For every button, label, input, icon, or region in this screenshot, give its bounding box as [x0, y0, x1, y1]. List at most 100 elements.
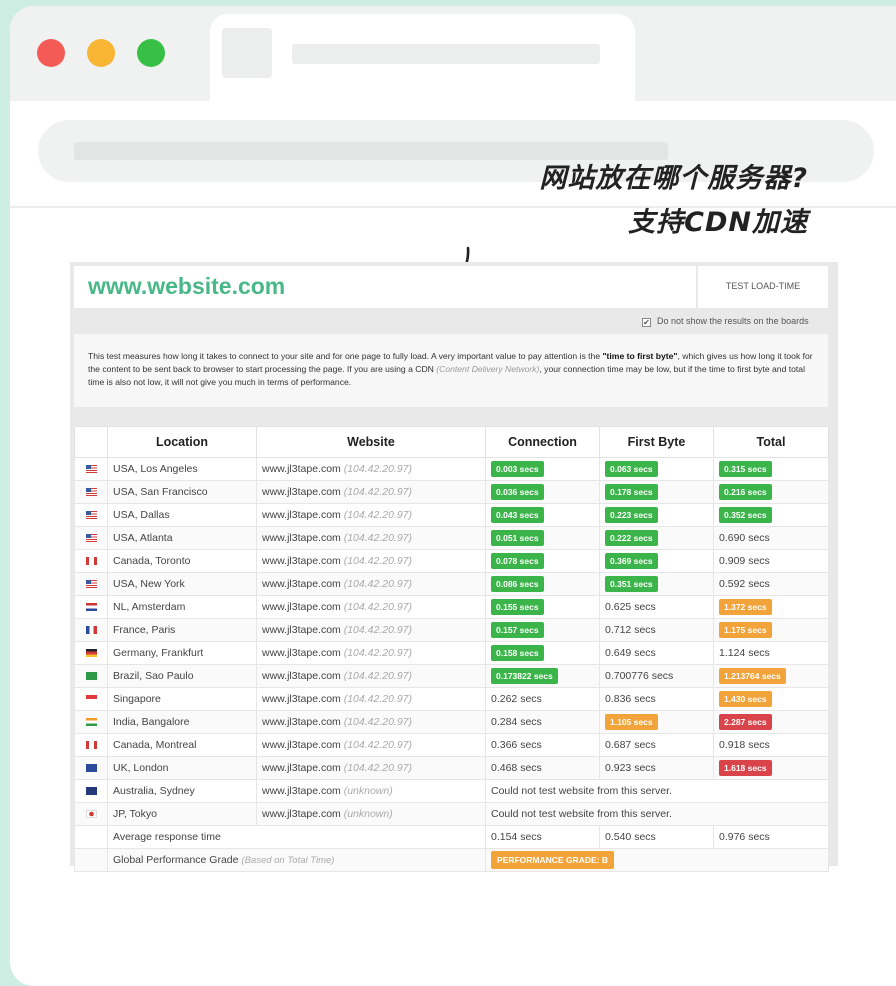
website-cell: www.jl3tape.com (unknown) [256, 802, 486, 826]
country-flag-icon [85, 603, 97, 612]
flag-cell [74, 779, 108, 803]
flag-cell [74, 848, 108, 872]
website-cell: www.jl3tape.com (104.42.20.97) [256, 572, 486, 596]
total-cell-badge: 1.175 secs [719, 622, 772, 638]
error-message: Could not test website from this server. [491, 808, 672, 820]
first-byte-cell: 0.178 secs [599, 480, 714, 504]
country-flag-icon [85, 810, 97, 819]
checkbox-check-icon[interactable]: ✔ [642, 318, 651, 327]
grade-badge-cell: PERFORMANCE GRADE: B [485, 848, 829, 872]
connection-cell: 0.086 secs [485, 572, 600, 596]
location-cell-text: France, Paris [113, 624, 176, 636]
total-cell-badge: 0.315 secs [719, 461, 772, 477]
website-domain: www.jl3tape.com [262, 808, 341, 820]
hide-results-label: Do not show the results on the boards [657, 316, 809, 326]
location-cell-text: Brazil, Sao Paulo [113, 670, 194, 682]
total-cell: 0.592 secs [713, 572, 829, 596]
country-flag-icon [85, 557, 97, 566]
country-flag-icon [85, 626, 97, 635]
location-cell: USA, Dallas [107, 503, 257, 527]
average-first-byte-cell: 0.540 secs [599, 825, 714, 849]
connection-cell-text: 0.468 secs [491, 762, 542, 774]
location-cell: India, Bangalore [107, 710, 257, 734]
hide-results-option[interactable]: ✔ Do not show the results on the boards [642, 316, 809, 327]
total-cell-badge: 0.352 secs [719, 507, 772, 523]
table-row: Canada, Montreal www.jl3tape.com (104.42.… [74, 733, 829, 757]
first-byte-cell: 0.836 secs [599, 687, 714, 711]
location-cell-text: JP, Tokyo [113, 808, 157, 820]
first-byte-cell: 0.063 secs [599, 457, 714, 481]
column-header-first-byte: First Byte [599, 426, 714, 458]
location-cell-text: USA, Dallas [113, 509, 170, 521]
website-cell: www.jl3tape.com (104.42.20.97) [256, 503, 486, 527]
close-window-icon[interactable] [37, 39, 65, 67]
website-ip: (104.42.20.97) [343, 716, 413, 728]
website-ip: (104.42.20.97) [343, 486, 413, 498]
maximize-window-icon[interactable] [137, 39, 165, 67]
first-byte-cell-text: 0.649 secs [605, 647, 656, 659]
first-byte-cell: 0.687 secs [599, 733, 714, 757]
connection-cell: 0.036 secs [485, 480, 600, 504]
location-cell-text: India, Bangalore [113, 716, 190, 728]
grade-note: (Based on Total Time) [241, 855, 335, 866]
browser-title-bar [10, 6, 896, 101]
website-url-field[interactable]: www.website.com [74, 266, 696, 308]
annotation-note: 网站放在哪个服务器? 支持CDN加速 [436, 154, 808, 246]
total-cell-text: 0.909 secs [719, 555, 770, 567]
location-cell-text: Canada, Toronto [113, 555, 191, 567]
first-byte-cell-badge: 0.351 secs [605, 576, 658, 592]
table-header-row: Location Website Connection First Byte T… [74, 426, 829, 458]
country-flag-icon [85, 534, 97, 543]
results-table: Location Website Connection First Byte T… [74, 426, 829, 872]
average-total-cell-text: 0.976 secs [719, 831, 770, 843]
table-row: Canada, Toronto www.jl3tape.com (104.42.2… [74, 549, 829, 573]
location-cell: JP, Tokyo [107, 802, 257, 826]
website-domain: www.jl3tape.com [262, 532, 341, 544]
test-load-time-button[interactable]: TEST LOAD-TIME [698, 266, 828, 308]
connection-cell: 0.468 secs [485, 756, 600, 780]
website-domain: www.jl3tape.com [262, 670, 341, 682]
website-domain: www.jl3tape.com [262, 762, 341, 774]
website-domain: www.jl3tape.com [262, 647, 341, 659]
website-ip: (104.42.20.97) [343, 601, 413, 613]
grade-label-cell: Global Performance Grade (Based on Total… [107, 848, 486, 872]
flag-cell [74, 825, 108, 849]
total-cell: 1.175 secs [713, 618, 829, 642]
location-cell-text: Singapore [113, 693, 161, 705]
connection-cell: 0.043 secs [485, 503, 600, 527]
flag-cell [74, 756, 108, 780]
flag-cell [74, 664, 108, 688]
country-flag-icon [85, 741, 97, 750]
flag-cell [74, 480, 108, 504]
connection-cell: 0.262 secs [485, 687, 600, 711]
website-domain: www.jl3tape.com [262, 601, 341, 613]
website-ip: (104.42.20.97) [343, 555, 413, 567]
connection-cell-badge: 0.003 secs [491, 461, 544, 477]
first-byte-cell-text: 0.625 secs [605, 601, 656, 613]
average-row: Average response time 0.154 secs 0.540 sec… [74, 825, 829, 849]
error-cell: Could not test website from this server. [485, 802, 829, 826]
website-ip: (104.42.20.97) [343, 509, 413, 521]
minimize-window-icon[interactable] [87, 39, 115, 67]
info-text-1: This test measures how long it takes to … [88, 351, 603, 361]
country-flag-icon [85, 695, 97, 704]
column-header-website: Website [256, 426, 486, 458]
connection-cell-badge: 0.036 secs [491, 484, 544, 500]
first-byte-cell-text: 0.712 secs [605, 624, 656, 636]
connection-cell-badge: 0.051 secs [491, 530, 544, 546]
column-header-total: Total [713, 426, 829, 458]
location-cell-text: Canada, Montreal [113, 739, 197, 751]
column-header-location: Location [107, 426, 257, 458]
test-load-time-label: TEST LOAD-TIME [725, 281, 801, 291]
average-first-byte-cell-text: 0.540 secs [605, 831, 656, 843]
location-cell: Canada, Montreal [107, 733, 257, 757]
tab-favicon-placeholder [222, 28, 272, 78]
total-cell-badge: 1.372 secs [719, 599, 772, 615]
location-cell: USA, Atlanta [107, 526, 257, 550]
average-connection-cell: 0.154 secs [485, 825, 600, 849]
website-ip: (104.42.20.97) [343, 647, 413, 659]
location-cell-text: NL, Amsterdam [113, 601, 186, 613]
website-domain: www.jl3tape.com [262, 785, 341, 797]
flag-cell [74, 733, 108, 757]
connection-cell-badge: 0.158 secs [491, 645, 544, 661]
